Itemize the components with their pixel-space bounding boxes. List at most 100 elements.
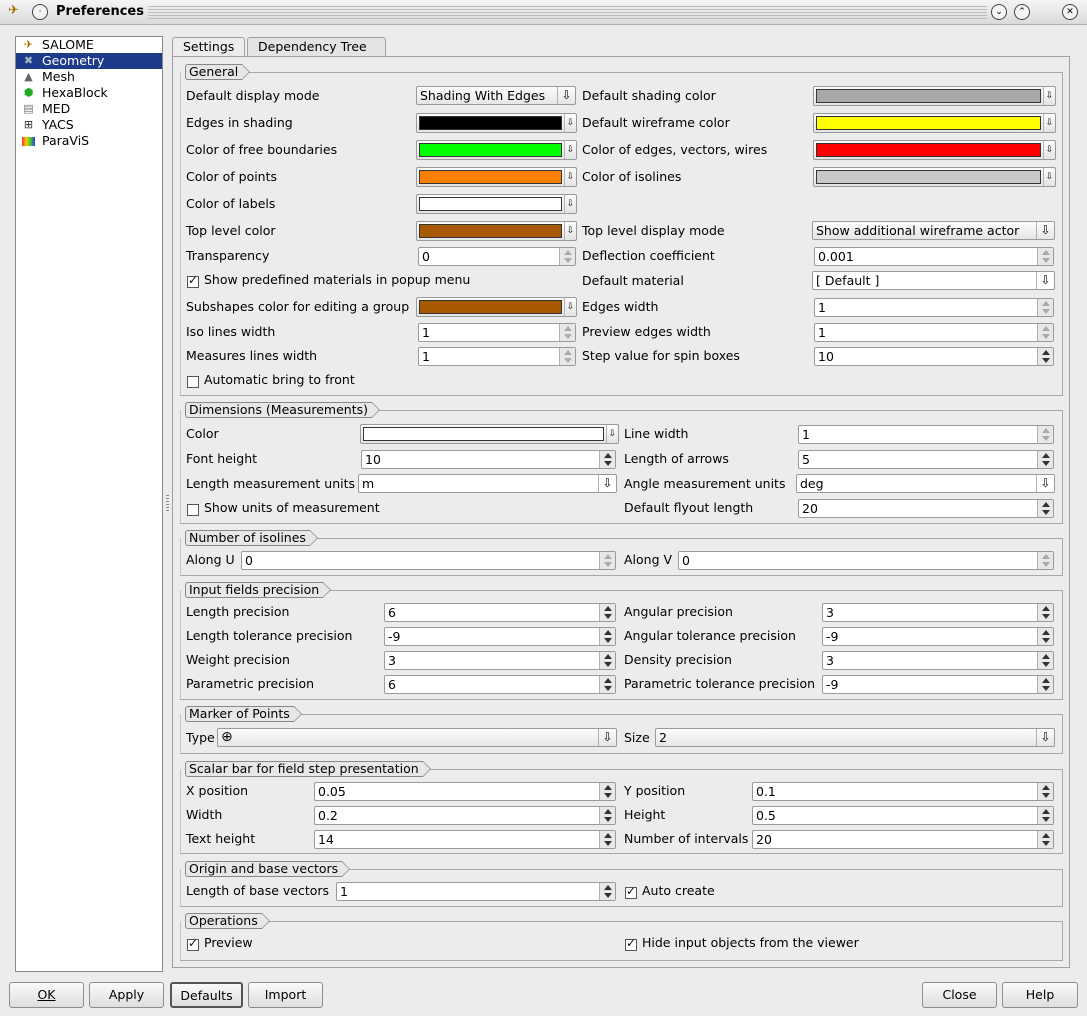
density-precision-spinbox[interactable]: 3 (822, 651, 1054, 670)
import-button[interactable]: Import (248, 982, 323, 1008)
spin-arrows-icon[interactable] (1037, 831, 1053, 848)
length-tol-precision-spinbox[interactable]: -9 (384, 627, 616, 646)
sidebar-item-mesh[interactable]: ▲ Mesh (16, 69, 162, 85)
spin-arrows-icon[interactable] (1037, 652, 1053, 669)
ok-button[interactable]: OK (9, 982, 84, 1008)
deflection-coefficient-spinbox[interactable]: 0.001 (814, 247, 1054, 266)
spin-arrows-icon[interactable] (1037, 552, 1053, 569)
marker-size-select[interactable]: 2 ⇩ (655, 728, 1055, 747)
intervals-spinbox[interactable]: 20 (752, 830, 1054, 849)
free-boundaries-color-button[interactable]: ⇩ (416, 140, 577, 160)
sidebar-item-hexablock[interactable]: ⬢ HexaBlock (16, 85, 162, 101)
spin-arrows-icon[interactable] (599, 451, 615, 468)
spin-arrows-icon[interactable] (599, 628, 615, 645)
spin-arrows-icon[interactable] (1037, 676, 1053, 693)
default-shading-color-button[interactable]: ⇩ (813, 86, 1056, 106)
measures-lines-width-spinbox[interactable]: 1 (418, 347, 576, 366)
spin-arrows-icon[interactable] (1037, 348, 1053, 365)
auto-create-checkbox[interactable] (625, 884, 637, 899)
sidebar-item-paravis[interactable]: ParaViS (16, 133, 162, 149)
step-value-spinbox[interactable]: 10 (814, 347, 1054, 366)
hide-inputs-checkbox[interactable] (625, 936, 637, 951)
top-level-color-button[interactable]: ⇩ (416, 221, 577, 241)
flyout-length-spinbox[interactable]: 20 (798, 499, 1054, 518)
default-material-select[interactable]: [ Default ] ⇩ (812, 271, 1055, 290)
spin-arrows-icon[interactable] (599, 831, 615, 848)
maximize-button[interactable]: ⌃ (1014, 4, 1030, 20)
close-button[interactable]: Close (922, 982, 997, 1008)
spin-arrows-icon[interactable] (599, 807, 615, 824)
parametric-precision-spinbox[interactable]: 6 (384, 675, 616, 694)
text-height-spinbox[interactable]: 14 (314, 830, 616, 849)
font-height-spinbox[interactable]: 10 (361, 450, 616, 469)
spin-arrows-icon[interactable] (599, 552, 615, 569)
edges-vectors-wires-color-button[interactable]: ⇩ (813, 140, 1056, 160)
angle-units-select[interactable]: deg ⇩ (796, 474, 1055, 493)
sidebar-item-geometry[interactable]: ✖ Geometry (16, 53, 162, 69)
splitter-handle[interactable] (166, 495, 169, 511)
show-predefined-checkbox[interactable] (187, 273, 199, 288)
angular-precision-spinbox[interactable]: 3 (822, 603, 1054, 622)
length-units-select[interactable]: m ⇩ (358, 474, 617, 493)
spin-arrows-icon[interactable] (599, 652, 615, 669)
edges-in-shading-color-button[interactable]: ⇩ (416, 113, 577, 133)
line-width-spinbox[interactable]: 1 (798, 425, 1054, 444)
spin-arrows-icon[interactable] (1037, 604, 1053, 621)
spin-arrows-icon[interactable] (1037, 324, 1053, 341)
module-list[interactable]: ✈ SALOME ✖ Geometry ▲ Mesh ⬢ HexaBlock ▤ MED … (15, 36, 163, 972)
auto-bring-front-checkbox[interactable] (187, 376, 199, 388)
along-u-spinbox[interactable]: 0 (241, 551, 616, 570)
preview-edges-width-spinbox[interactable]: 1 (814, 323, 1054, 342)
spin-arrows-icon[interactable] (1037, 500, 1053, 517)
base-vectors-length-spinbox[interactable]: 1 (336, 882, 616, 901)
sidebar-item-med[interactable]: ▤ MED (16, 101, 162, 117)
arrows-length-spinbox[interactable]: 5 (798, 450, 1054, 469)
marker-type-select[interactable]: ⊕ ⇩ (217, 728, 617, 747)
spin-arrows-icon[interactable] (599, 883, 615, 900)
default-display-mode-select[interactable]: Shading With Edges ⇩ (416, 86, 576, 105)
minimize-button[interactable]: ⌄ (991, 4, 1007, 20)
points-color-button[interactable]: ⇩ (416, 167, 577, 187)
spin-arrows-icon[interactable] (1037, 451, 1053, 468)
edges-width-spinbox[interactable]: 1 (814, 298, 1054, 317)
spin-arrows-icon[interactable] (599, 604, 615, 621)
spin-arrows-icon[interactable] (559, 348, 575, 365)
spin-arrows-icon[interactable] (1037, 248, 1053, 265)
spin-arrows-icon[interactable] (1037, 628, 1053, 645)
spin-arrows-icon[interactable] (1037, 807, 1053, 824)
spin-arrows-icon[interactable] (599, 783, 615, 800)
along-v-spinbox[interactable]: 0 (678, 551, 1054, 570)
spin-arrows-icon[interactable] (559, 324, 575, 341)
bar-height-spinbox[interactable]: 0.5 (752, 806, 1054, 825)
isolines-color-button[interactable]: ⇩ (813, 167, 1056, 187)
spin-arrows-icon[interactable] (1037, 299, 1053, 316)
length-precision-spinbox[interactable]: 6 (384, 603, 616, 622)
tab-dependency-tree[interactable]: Dependency Tree (247, 37, 386, 57)
spin-arrows-icon[interactable] (559, 248, 575, 265)
spin-arrows-icon[interactable] (599, 676, 615, 693)
weight-precision-spinbox[interactable]: 3 (384, 651, 616, 670)
tab-settings[interactable]: Settings (172, 37, 246, 57)
close-window-button[interactable]: ✕ (1062, 4, 1078, 20)
x-position-spinbox[interactable]: 0.05 (314, 782, 616, 801)
show-units-checkbox[interactable] (187, 504, 199, 516)
angular-tol-precision-spinbox[interactable]: -9 (822, 627, 1054, 646)
labels-color-button[interactable]: ⇩ (416, 194, 577, 214)
transparency-spinbox[interactable]: 0 (418, 247, 576, 266)
iso-lines-width-spinbox[interactable]: 1 (418, 323, 576, 342)
subshapes-color-button[interactable]: ⇩ (416, 297, 577, 317)
default-wireframe-color-button[interactable]: ⇩ (813, 113, 1056, 133)
bar-width-spinbox[interactable]: 0.2 (314, 806, 616, 825)
preview-checkbox[interactable] (187, 936, 199, 951)
defaults-button[interactable]: Defaults (170, 982, 243, 1008)
top-level-display-mode-select[interactable]: Show additional wireframe actor ⇩ (812, 221, 1055, 240)
spin-arrows-icon[interactable] (1037, 783, 1053, 800)
dimension-color-button[interactable]: ⇩ (360, 424, 619, 444)
sidebar-item-yacs[interactable]: ⊞ YACS (16, 117, 162, 133)
y-position-spinbox[interactable]: 0.1 (752, 782, 1054, 801)
spin-arrows-icon[interactable] (1037, 426, 1053, 443)
window-menu-button[interactable]: · (32, 4, 48, 20)
sidebar-item-salome[interactable]: ✈ SALOME (16, 37, 162, 53)
help-button[interactable]: Help (1002, 982, 1078, 1008)
parametric-tol-precision-spinbox[interactable]: -9 (822, 675, 1054, 694)
